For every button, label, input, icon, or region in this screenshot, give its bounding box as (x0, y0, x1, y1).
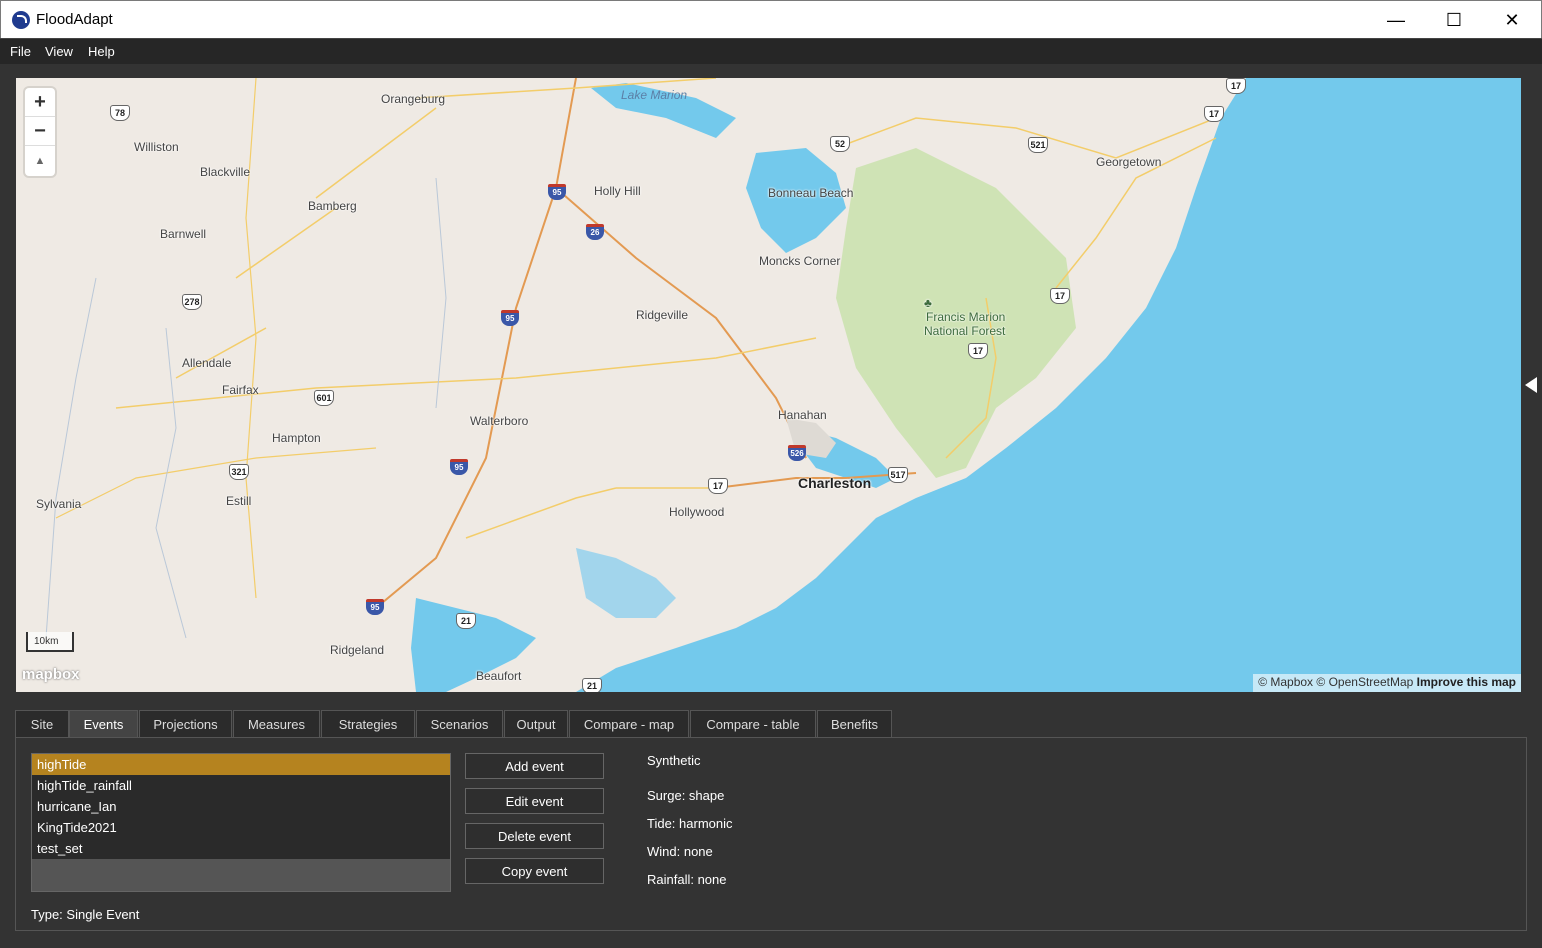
map-label-walterboro: Walterboro (470, 414, 529, 428)
route-shield: 52 (830, 136, 850, 152)
tab-site[interactable]: Site (15, 710, 69, 737)
menu-help[interactable]: Help (88, 44, 115, 59)
event-rainfall: Rainfall: none (647, 872, 727, 887)
interstate-shield: 95 (501, 310, 519, 326)
event-tide: Tide: harmonic (647, 816, 733, 831)
route-shield: 521 (1028, 137, 1048, 153)
route-shield: 21 (456, 613, 476, 629)
map-label-bamberg: Bamberg (308, 199, 357, 213)
map-attribution: © Mapbox © OpenStreetMap Improve this ma… (1253, 674, 1521, 692)
event-list[interactable]: highTide highTide_rainfall hurricane_Ian… (31, 753, 451, 892)
menu-view[interactable]: View (45, 44, 73, 59)
title-bar: FloodAdapt — ☐ ✕ (0, 0, 1542, 38)
copy-event-button[interactable]: Copy event (465, 858, 604, 884)
improve-map-link[interactable]: Improve this map (1417, 675, 1516, 689)
menu-bar: File View Help (0, 38, 1542, 64)
map-label-hampton: Hampton (272, 431, 321, 445)
list-item[interactable]: highTide_rainfall (32, 775, 450, 796)
events-panel: highTide highTide_rainfall hurricane_Ian… (15, 737, 1527, 931)
attribution-mapbox-link[interactable]: © Mapbox (1258, 675, 1313, 689)
zoom-out-button[interactable]: − (25, 117, 55, 146)
interstate-shield: 95 (366, 599, 384, 615)
map-label-charleston: Charleston (798, 475, 872, 491)
map-label-allendale: Allendale (182, 356, 232, 370)
compass-icon[interactable]: ▲ (25, 146, 55, 175)
route-shield: 517 (888, 467, 908, 483)
map-label-orangeburg: Orangeburg (381, 92, 446, 106)
tab-measures[interactable]: Measures (233, 710, 320, 737)
route-shield: 21 (582, 678, 602, 692)
list-item[interactable]: KingTide2021 (32, 817, 450, 838)
map-label-lake-marion: Lake Marion (621, 88, 688, 102)
map-label-williston: Williston (134, 140, 179, 154)
mapbox-logo: mapbox (22, 666, 80, 683)
tab-events[interactable]: Events (69, 710, 138, 737)
delete-event-button[interactable]: Delete event (465, 823, 604, 849)
map-scale-bar: 10km (26, 632, 74, 652)
close-button[interactable]: ✕ (1483, 1, 1541, 39)
map-label-barnwell: Barnwell (160, 227, 207, 241)
event-kind: Synthetic (647, 753, 701, 768)
route-shield: 17 (1226, 78, 1246, 94)
map-label-hollywood: Hollywood (669, 505, 725, 519)
map-label-ridgeville: Ridgeville (636, 308, 689, 322)
forest-icon: ♣ (924, 296, 932, 310)
route-shield: 321 (229, 464, 249, 480)
event-surge: Surge: shape (647, 788, 725, 803)
map-label-beaufort: Beaufort (476, 669, 522, 683)
map-label-hanahan: Hanahan (778, 408, 827, 422)
tab-compare-table[interactable]: Compare - table (690, 710, 816, 737)
route-shield: 278 (182, 294, 202, 310)
interstate-shield: 526 (788, 445, 806, 461)
side-panel-toggle-icon[interactable] (1525, 377, 1537, 393)
tab-projections[interactable]: Projections (139, 710, 232, 737)
event-type-label: Type: Single Event (31, 907, 140, 922)
map-label-bonneau-beach: Bonneau Beach (768, 186, 854, 200)
map-label-ridgeland: Ridgeland (330, 643, 385, 657)
tab-strategies[interactable]: Strategies (321, 710, 415, 737)
map-label-georgetown: Georgetown (1096, 155, 1162, 169)
map-label-national-forest: National Forest (924, 324, 1006, 338)
zoom-in-button[interactable]: + (25, 88, 55, 117)
list-item[interactable]: highTide (32, 754, 450, 775)
add-event-button[interactable]: Add event (465, 753, 604, 779)
map-label-holly-hill: Holly Hill (594, 184, 641, 198)
map-zoom-control: + − ▲ (25, 88, 55, 176)
route-shield: 17 (1204, 106, 1224, 122)
interstate-shield: 26 (586, 224, 604, 240)
menu-file[interactable]: File (10, 44, 31, 59)
route-shield: 78 (110, 105, 130, 121)
tab-compare-map[interactable]: Compare - map (569, 710, 689, 737)
map-label-moncks-corner: Moncks Corner (759, 254, 841, 268)
tab-scenarios[interactable]: Scenarios (416, 710, 503, 737)
minimize-button[interactable]: — (1367, 1, 1425, 39)
route-shield: 601 (314, 390, 334, 406)
map-view[interactable]: Orangeburg Lake Marion Williston Blackvi… (16, 78, 1521, 692)
map-label-fairfax: Fairfax (222, 383, 259, 397)
list-item[interactable]: test_set (32, 838, 450, 859)
list-item[interactable]: hurricane_Ian (32, 796, 450, 817)
map-label-sylvania: Sylvania (36, 497, 82, 511)
event-wind: Wind: none (647, 844, 713, 859)
app-logo-icon (12, 11, 30, 29)
tab-benefits[interactable]: Benefits (817, 710, 892, 737)
map-label-francis-marion: Francis Marion (926, 310, 1006, 324)
interstate-shield: 95 (450, 459, 468, 475)
map-label-estill: Estill (226, 494, 252, 508)
interstate-shield: 95 (548, 184, 566, 200)
edit-event-button[interactable]: Edit event (465, 788, 604, 814)
route-shield: 17 (708, 478, 728, 494)
tab-output[interactable]: Output (504, 710, 568, 737)
map-label-blackville: Blackville (200, 165, 251, 179)
attribution-osm-link[interactable]: © OpenStreetMap (1316, 675, 1413, 689)
maximize-button[interactable]: ☐ (1425, 1, 1483, 39)
route-shield: 17 (968, 343, 988, 359)
window-title: FloodAdapt (36, 11, 113, 28)
route-shield: 17 (1050, 288, 1070, 304)
